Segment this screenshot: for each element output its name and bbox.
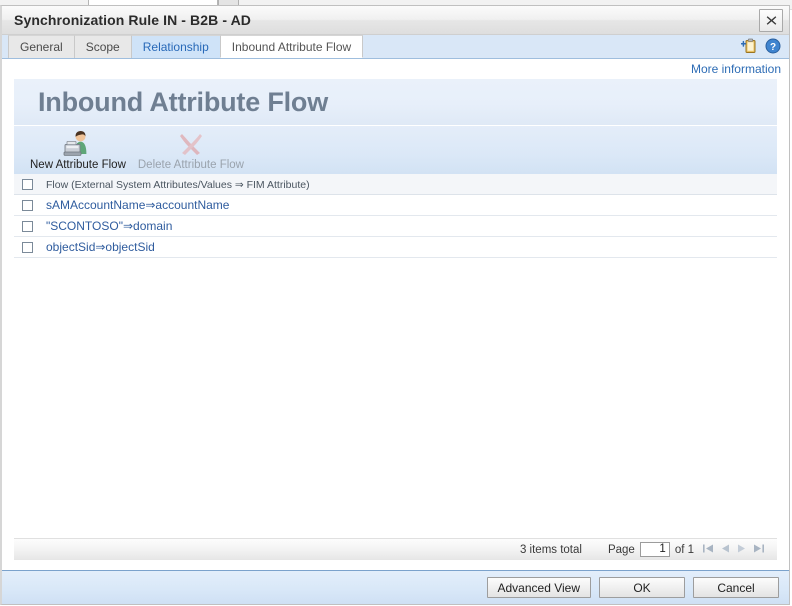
previous-page-icon[interactable] — [720, 543, 731, 557]
tab-scope[interactable]: Scope — [73, 35, 132, 58]
column-header-flow: Flow (External System Attributes/Values … — [46, 179, 310, 191]
page-of-label: of 1 — [674, 543, 694, 556]
pagination-bar: 3 items total Page of 1 — [14, 538, 777, 560]
attribute-flow-list: Flow (External System Attributes/Values … — [14, 174, 777, 538]
row-checkbox[interactable] — [21, 200, 33, 212]
table-header-cell: Flow (External System Attributes/Values … — [40, 174, 777, 195]
dialog-footer: Advanced View OK Cancel — [2, 570, 789, 604]
more-information-row: More information — [2, 59, 789, 79]
table-row[interactable]: sAMAccountName⇒accountName — [14, 194, 777, 216]
svg-text:?: ? — [770, 42, 776, 53]
content-area: Inbound Attribute Flow New Attribute Flo… — [2, 79, 789, 570]
first-page-icon[interactable] — [702, 543, 715, 557]
row-flow-cell: objectSid⇒objectSid — [40, 236, 777, 258]
row-flow-cell: "SCONTOSO"⇒domain — [40, 215, 777, 237]
tab-strip: General Scope Relationship Inbound Attri… — [2, 35, 789, 59]
row-checkbox[interactable] — [21, 221, 33, 233]
close-button[interactable] — [759, 9, 783, 32]
dialog-title: Synchronization Rule IN - B2B - AD — [14, 12, 252, 28]
page-number-input[interactable] — [639, 542, 670, 557]
close-icon — [766, 15, 777, 26]
pager-navigation — [702, 543, 765, 557]
more-information-link[interactable]: More information — [691, 62, 781, 76]
row-checkbox[interactable] — [21, 242, 33, 254]
new-attribute-flow-icon — [63, 130, 93, 158]
row-flow-link[interactable]: sAMAccountName⇒accountName — [40, 198, 229, 212]
cancel-button[interactable]: Cancel — [693, 577, 779, 598]
help-icon[interactable]: ? — [765, 38, 781, 57]
synchronization-rule-dialog: Synchronization Rule IN - B2B - AD Gener… — [0, 5, 790, 605]
delete-attribute-flow-label: Delete Attribute Flow — [137, 159, 244, 171]
row-flow-link[interactable]: "SCONTOSO"⇒domain — [40, 219, 172, 233]
new-attribute-flow-button[interactable]: New Attribute Flow — [24, 130, 132, 174]
table-row[interactable]: "SCONTOSO"⇒domain — [14, 215, 777, 237]
table-row[interactable]: objectSid⇒objectSid — [14, 236, 777, 258]
tab-general[interactable]: General — [8, 35, 75, 58]
clipboard-add-icon[interactable] — [740, 38, 757, 57]
advanced-view-button[interactable]: Advanced View — [486, 577, 591, 598]
next-page-icon[interactable] — [736, 543, 747, 557]
action-toolbar: New Attribute Flow Delete Attribute Flow — [14, 126, 777, 174]
page-header: Inbound Attribute Flow — [14, 79, 777, 126]
dialog-titlebar: Synchronization Rule IN - B2B - AD — [2, 6, 789, 35]
tab-relationship[interactable]: Relationship — [130, 35, 221, 58]
attribute-flow-table: Flow (External System Attributes/Values … — [14, 174, 777, 258]
ok-button[interactable]: OK — [599, 577, 685, 598]
row-flow-link[interactable]: objectSid⇒objectSid — [40, 240, 155, 254]
delete-x-icon — [176, 130, 206, 158]
tab-tools: ? — [740, 38, 781, 57]
table-header-row: Flow (External System Attributes/Values … — [14, 174, 777, 195]
last-page-icon[interactable] — [752, 543, 765, 557]
row-select-cell — [14, 194, 40, 216]
select-all-cell — [14, 174, 40, 195]
page-label: Page — [607, 543, 635, 556]
page-title: Inbound Attribute Flow — [38, 86, 329, 117]
new-attribute-flow-label: New Attribute Flow — [30, 159, 126, 171]
items-total-label: 3 items total — [519, 543, 582, 556]
row-flow-cell: sAMAccountName⇒accountName — [40, 194, 777, 216]
tab-inbound-attribute-flow[interactable]: Inbound Attribute Flow — [219, 35, 364, 58]
row-select-cell — [14, 215, 40, 237]
row-select-cell — [14, 236, 40, 258]
select-all-checkbox[interactable] — [21, 179, 33, 191]
delete-attribute-flow-button[interactable]: Delete Attribute Flow — [132, 130, 250, 174]
